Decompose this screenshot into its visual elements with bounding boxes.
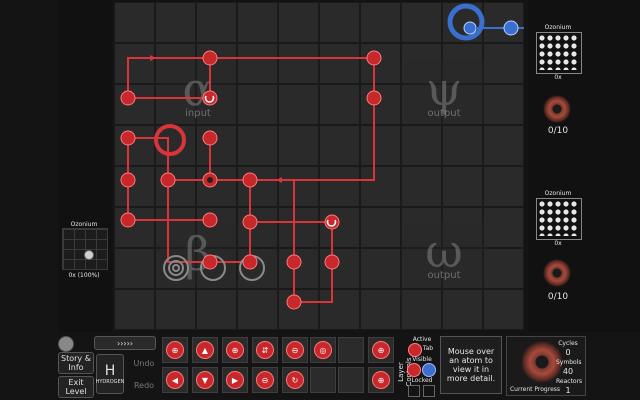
output1-count: 0x <box>554 74 562 81</box>
arrow-strip: ››››› <box>94 336 156 350</box>
palette-slot-empty[interactable] <box>338 367 364 393</box>
symbols-label: Symbols <box>556 359 582 366</box>
instr-node <box>120 130 136 146</box>
cycles-value: 0 <box>565 348 571 357</box>
output2-title: Ozonium <box>544 190 572 197</box>
palette-slot[interactable]: ⊕ <box>162 337 188 363</box>
rotate-ring-icon <box>154 124 186 156</box>
output2-molecule <box>538 200 578 236</box>
instr-node <box>366 90 382 106</box>
reactors-value: 1 <box>565 386 571 395</box>
instr-node <box>286 254 302 270</box>
instr-node <box>120 212 136 228</box>
output1-title: Ozonium <box>544 24 572 31</box>
instr-node <box>242 172 258 188</box>
palette-slot[interactable]: ⊕ <box>368 367 394 393</box>
hydrogen-symbol: H <box>104 363 116 379</box>
palette-slot-empty[interactable] <box>338 337 364 363</box>
cycles-label: Cycles <box>558 340 578 347</box>
instr-node <box>120 90 136 106</box>
palette-slot-empty[interactable] <box>310 367 336 393</box>
instr-node <box>366 50 382 66</box>
instr-node <box>202 212 218 228</box>
visible-label: Visible <box>412 356 432 363</box>
instr-node <box>202 130 218 146</box>
instr-node <box>160 172 176 188</box>
exit-level-button[interactable]: Exit Level <box>58 376 94 398</box>
palette-slot[interactable]: ▶ <box>222 367 248 393</box>
instr-node <box>202 50 218 66</box>
hydrogen-name: HYDROGEN <box>95 379 125 385</box>
symbols-value: 40 <box>562 367 574 376</box>
locked-red-toggle[interactable] <box>408 385 420 397</box>
palette-slot[interactable]: ⊕ <box>222 337 248 363</box>
instr-node <box>286 294 302 310</box>
blue-waldo-start-icon <box>447 3 524 41</box>
hydrogen-element-button[interactable]: H HYDROGEN <box>96 354 124 394</box>
instr-node <box>202 254 218 270</box>
story-info-button[interactable]: Story & Info <box>58 352 94 374</box>
output2-progress: 0/10 <box>547 292 569 302</box>
palette-slot[interactable]: ◀ <box>162 367 188 393</box>
tab-key-label: Tab <box>422 345 434 352</box>
palette-slot[interactable]: ⇵ <box>252 337 278 363</box>
active-label: Active <box>412 336 432 343</box>
output1-progress: 0/10 <box>547 126 569 136</box>
visible-blue-layer-toggle[interactable] <box>422 363 436 377</box>
palette-slot[interactable]: ◎ <box>310 337 336 363</box>
grab-icon <box>207 177 213 183</box>
redo-button[interactable]: Redo <box>128 376 160 394</box>
palette-slot[interactable]: ▲ <box>192 337 218 363</box>
palette-slot[interactable]: ▼ <box>192 367 218 393</box>
reactors-label: Reactors <box>556 378 583 385</box>
palette-slot[interactable]: ↻ <box>282 367 308 393</box>
output1-molecule <box>538 34 578 70</box>
output1-progress-flower-icon <box>542 94 572 124</box>
palette-slot[interactable]: ⊖ <box>252 367 278 393</box>
output2-count: 0x <box>554 240 562 247</box>
locked-label: Locked <box>411 377 433 384</box>
undo-button[interactable]: Undo <box>128 354 160 372</box>
palette-slot[interactable]: ⊖ <box>282 337 308 363</box>
instr-node <box>242 214 258 230</box>
visible-red-layer-toggle[interactable] <box>407 363 421 377</box>
atom-hint-box: Mouse over an atom to view it in more de… <box>440 336 502 394</box>
settings-icon[interactable] <box>58 336 74 352</box>
instr-node <box>242 254 258 270</box>
current-progress-label: Current Progress <box>509 386 561 393</box>
palette-slot[interactable]: ⊕ <box>368 337 394 363</box>
instr-node <box>324 254 340 270</box>
locked-blue-toggle[interactable] <box>423 385 435 397</box>
output2-progress-flower-icon <box>542 258 572 288</box>
instr-node <box>120 172 136 188</box>
